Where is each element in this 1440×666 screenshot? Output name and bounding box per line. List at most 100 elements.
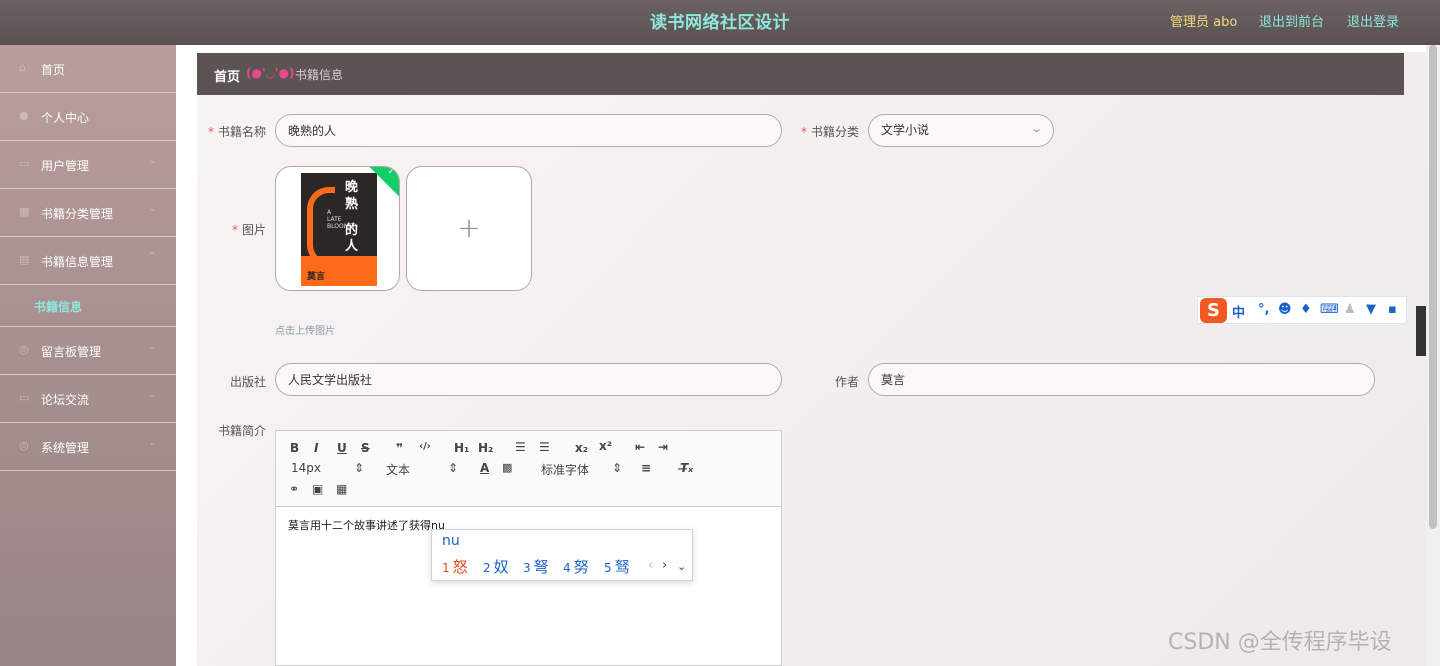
updown-icon: ⇕ [448, 461, 459, 475]
sidebar-item-category-management[interactable]: ▦ 书籍分类管理 ⌄ [0, 189, 176, 237]
clear-format-button[interactable]: T̶ₓ [680, 461, 693, 475]
font-size-select[interactable]: 14px ⇕ [291, 461, 364, 475]
scrollbar[interactable] [1426, 45, 1440, 666]
category-icon: ▦ [19, 205, 30, 218]
upload-add-button[interactable]: + [406, 166, 532, 291]
bullet-list-button[interactable]: ☰ [539, 440, 550, 454]
ordered-list-button[interactable]: ☰ [515, 440, 526, 454]
breadcrumb-emoticon: (●'◡'●) [246, 66, 295, 80]
h1-button[interactable]: H₁ [454, 441, 469, 455]
author-input[interactable] [868, 363, 1375, 396]
sidebar-item-message-board[interactable]: ◎ 留言板管理 ⌄ [0, 327, 176, 375]
category-select[interactable]: 文学小说 [868, 114, 1054, 147]
font-color-button[interactable]: A [480, 461, 489, 475]
sidebar-subitem-book-info[interactable]: 书籍信息 [0, 285, 176, 327]
sidebar-item-label: 留言板管理 [41, 345, 102, 359]
sidebar-item-book-management[interactable]: ▤ 书籍信息管理 ⌃ [0, 237, 176, 285]
sidebar-item-label: 用户管理 [41, 159, 90, 173]
exit-to-front-link[interactable]: 退出到前台 [1259, 11, 1324, 30]
indent-increase-button[interactable]: ⇥ [658, 440, 668, 454]
user-icon[interactable]: ♟ [1344, 302, 1356, 317]
author-label: 作者 [834, 375, 859, 389]
editor-toolbar: B I U S ❞ ‹/› H₁ H₂ ☰ ☰ x₂ x² ⇤ ⇥ 14px ⇕ … [276, 431, 781, 507]
sidebar-item-label: 书籍信息管理 [41, 255, 114, 269]
check-icon: ✓ [387, 166, 396, 177]
settings-icon: ◎ [19, 439, 29, 452]
toolbox-icon[interactable]: ▪ [1388, 302, 1397, 317]
font-family-select[interactable]: 标准字体 ⇕ [541, 461, 622, 478]
book-cover-image: 晚 熟 的 人 A LATE BLOOMER 莫言 [301, 173, 377, 286]
punctuation-icon[interactable]: °, [1258, 302, 1269, 317]
sidebar-item-label: 系统管理 [41, 441, 90, 455]
image-icon[interactable]: ▣ [312, 482, 323, 496]
cover-subtitle: A LATE BLOOMER [327, 209, 357, 230]
h2-button[interactable]: H₂ [478, 441, 493, 455]
text-type-select[interactable]: 文本 ⇕ [386, 461, 458, 478]
breadcrumb: 首页 (●'◡'●) 书籍信息 [197, 53, 1404, 95]
publisher-input[interactable] [275, 363, 782, 396]
microphone-icon[interactable]: ♦ [1300, 302, 1312, 317]
sidebar-gap [176, 45, 197, 666]
editor-content[interactable]: 莫言用十二个故事讲述了获得nu [288, 517, 445, 533]
ime-pinyin: nu [442, 533, 460, 549]
sidebar: ⌂ 首页 ● 个人中心 ▭ 用户管理 ⌄ ▦ 书籍分类管理 ⌄ ▤ 书籍信息管理… [0, 45, 176, 666]
code-button[interactable]: ‹/› [419, 441, 431, 452]
ime-candidate[interactable]: 1怒 [442, 556, 468, 577]
sidebar-item-label: 论坛交流 [41, 393, 90, 407]
sidebar-item-personal-center[interactable]: ● 个人中心 [0, 93, 176, 141]
chevron-down-icon: ⌄ [148, 389, 157, 400]
ime-prev-icon[interactable]: ‹ [648, 558, 653, 573]
publisher-label: 出版社 [229, 375, 266, 389]
sogou-logo-icon: S [1200, 298, 1227, 323]
ime-expand-icon[interactable]: ⌄ [677, 560, 686, 573]
indent-decrease-button[interactable]: ⇤ [635, 440, 645, 454]
ime-candidate[interactable]: 5驽 [604, 556, 630, 577]
intro-label: 书籍简介 [217, 424, 266, 438]
watermark: CSDN @全传程序毕设 [1168, 630, 1392, 655]
skin-icon[interactable]: ▼ [1366, 302, 1376, 317]
ime-candidate[interactable]: 2奴 [483, 556, 509, 577]
sidebar-item-forum[interactable]: ▭ 论坛交流 ⌄ [0, 375, 176, 423]
forum-icon: ▭ [19, 391, 30, 404]
bold-button[interactable]: B [290, 441, 299, 455]
video-icon[interactable]: ▦ [336, 482, 347, 496]
sidebar-item-label: 书籍分类管理 [41, 207, 114, 221]
quote-button[interactable]: ❞ [396, 441, 403, 455]
align-button[interactable]: ≡ [641, 461, 651, 475]
superscript-button[interactable]: x² [599, 439, 612, 453]
keyboard-icon[interactable]: ⌨ [1320, 302, 1339, 317]
logout-link[interactable]: 退出登录 [1347, 11, 1399, 30]
background-color-button[interactable]: ▩ [502, 461, 512, 474]
sidebar-item-system-management[interactable]: ◎ 系统管理 ⌄ [0, 423, 176, 471]
italic-button[interactable]: I [314, 441, 318, 455]
ime-next-icon[interactable]: › [662, 558, 667, 573]
sidebar-item-user-management[interactable]: ▭ 用户管理 ⌄ [0, 141, 176, 189]
underline-button[interactable]: U [337, 441, 347, 455]
breadcrumb-home[interactable]: 首页 [214, 66, 240, 85]
font-size-value: 14px [291, 461, 321, 475]
plus-icon: + [457, 211, 481, 244]
subscript-button[interactable]: x₂ [575, 441, 588, 455]
sidebar-item-home[interactable]: ⌂ 首页 [0, 45, 176, 93]
chevron-up-icon: ⌃ [148, 251, 157, 262]
link-icon[interactable]: ⚭ [289, 482, 299, 496]
ime-candidate[interactable]: 4努 [563, 556, 589, 577]
upload-tip: 点击上传图片 [275, 326, 335, 337]
category-label: * 书籍分类 [800, 125, 859, 139]
cover-author: 莫言 [307, 272, 326, 282]
category-selected-value: 文学小说 [881, 123, 930, 137]
text-type-value: 文本 [386, 463, 411, 477]
scrollbar-thumb[interactable] [1429, 45, 1437, 529]
ime-candidate[interactable]: 3弩 [523, 556, 549, 577]
uploaded-image-card[interactable]: 晚 熟 的 人 A LATE BLOOMER 莫言 ✓ [275, 166, 400, 291]
ime-mode-toggle[interactable]: 中 [1232, 302, 1245, 321]
sidebar-item-label: 首页 [41, 63, 66, 77]
sidebar-subitem-label: 书籍信息 [34, 300, 83, 314]
book-name-input[interactable] [275, 114, 782, 147]
ime-status-bar: S 中 °, ☻ ♦ ⌨ ♟ ▼ ▪ [1197, 296, 1407, 324]
top-bar: 读书网络社区设计 管理员 abo 退出到前台 退出登录 [0, 0, 1440, 45]
emoji-icon[interactable]: ☻ [1278, 302, 1292, 317]
updown-icon: ⇕ [354, 461, 365, 475]
strike-button[interactable]: S [361, 441, 370, 455]
sidebar-item-label: 个人中心 [41, 111, 90, 125]
